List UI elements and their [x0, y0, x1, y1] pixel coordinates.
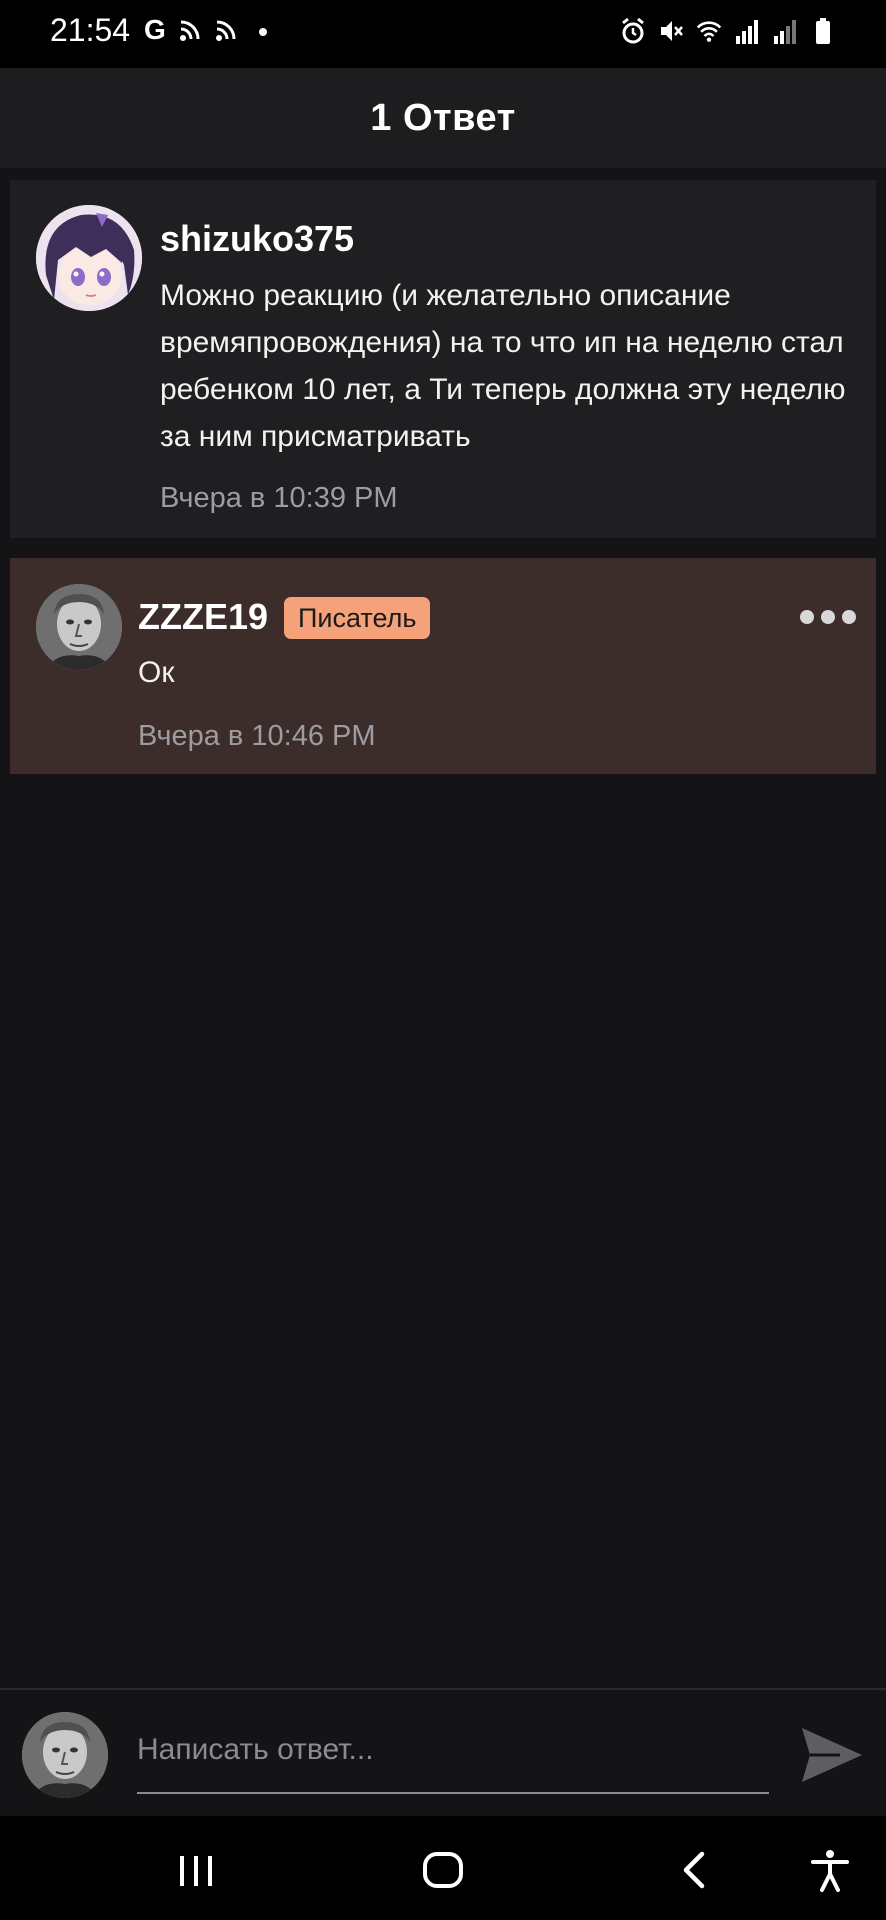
- more-dot-icon: [842, 610, 856, 624]
- alarm-icon: [620, 16, 646, 46]
- avatar[interactable]: [36, 584, 122, 670]
- system-nav-bar: [0, 1816, 886, 1920]
- original-comment: shizuko375 Можно реакцию (и желательно о…: [10, 180, 876, 538]
- back-icon[interactable]: [672, 1848, 716, 1892]
- username[interactable]: ZZZE19: [138, 596, 268, 638]
- status-bar: 21:54 G: [0, 0, 886, 68]
- dot-icon: [250, 14, 276, 44]
- send-button[interactable]: [800, 1726, 864, 1784]
- reply-composer: [0, 1688, 886, 1818]
- accessibility-icon[interactable]: [808, 1848, 852, 1892]
- wifi-icon: [696, 16, 722, 46]
- send-icon: [802, 1728, 862, 1782]
- writer-badge: Писатель: [284, 597, 431, 639]
- status-right-icons: [620, 16, 836, 46]
- cast-icon: [178, 14, 204, 44]
- signal-icon: [772, 16, 798, 46]
- timestamp: Вчера в 10:46 PM: [138, 720, 376, 752]
- more-dot-icon: [821, 610, 835, 624]
- username[interactable]: shizuko375: [160, 218, 354, 260]
- battery-icon: [810, 16, 836, 46]
- comment-text: Можно реакцию (и желательно описание вре…: [160, 279, 846, 453]
- timestamp: Вчера в 10:39 PM: [160, 482, 398, 514]
- header: 1 Ответ: [0, 68, 886, 168]
- more-dot-icon: [800, 610, 814, 624]
- status-left-icons: G: [142, 14, 276, 45]
- home-icon[interactable]: [421, 1848, 465, 1892]
- page-title: 1 Ответ: [370, 96, 516, 139]
- more-options-button[interactable]: [800, 606, 856, 628]
- avatar[interactable]: [36, 205, 142, 311]
- signal-icon: [734, 16, 760, 46]
- svg-text:G: G: [144, 14, 166, 44]
- status-time: 21:54: [50, 12, 131, 48]
- avatar: [22, 1712, 108, 1798]
- google-icon: G: [142, 14, 168, 45]
- mute-icon: [658, 16, 684, 46]
- reply-input[interactable]: [137, 1710, 769, 1794]
- comment-text: Ок: [138, 656, 175, 689]
- cast-icon: [214, 14, 240, 44]
- reply-comment: ZZZE19 Писатель Ок Вчера в 10:46 PM: [10, 558, 876, 774]
- recent-apps-icon[interactable]: [174, 1848, 218, 1892]
